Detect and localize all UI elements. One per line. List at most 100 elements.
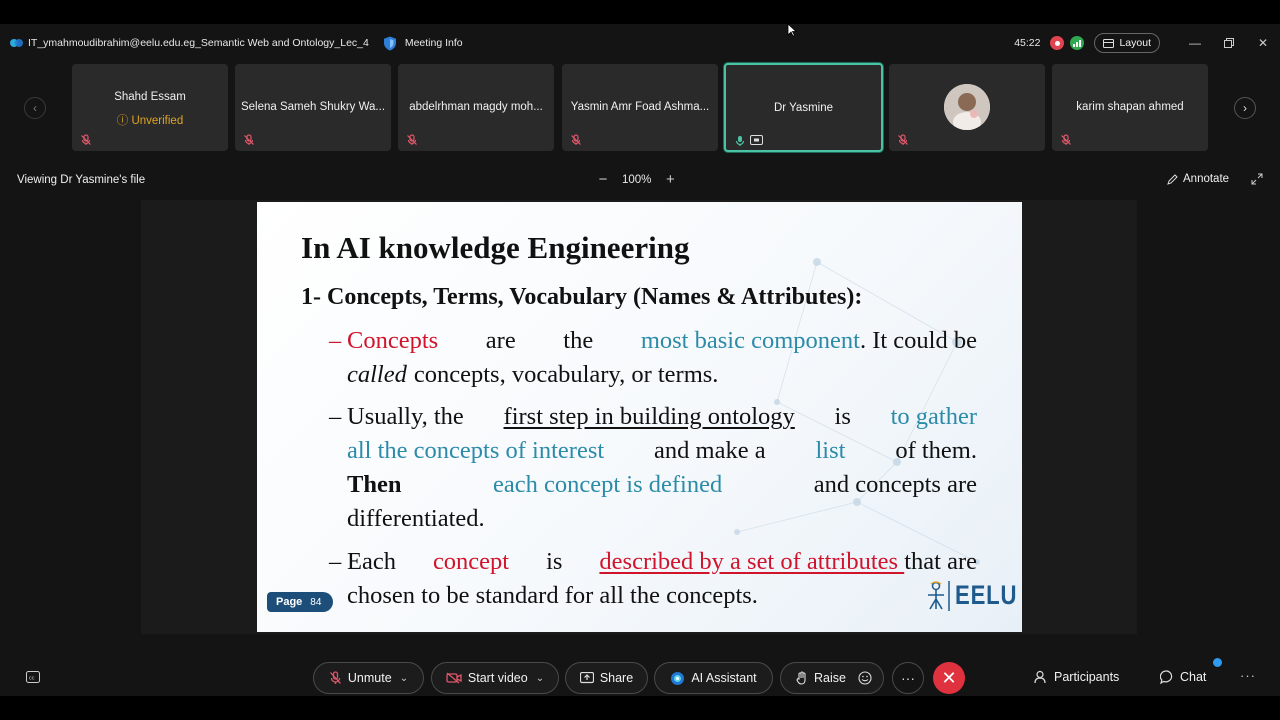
participant-tile[interactable]: karim shapan ahmed (1052, 64, 1208, 151)
window-title: IT_ymahmoudibrahim@eelu.edu.eg_Semantic … (28, 37, 369, 49)
slide-subtitle: 1- Concepts, Terms, Vocabulary (Names & … (301, 284, 863, 310)
closed-captions-icon[interactable]: cc (26, 671, 40, 683)
meeting-info-button[interactable]: Meeting Info (383, 36, 463, 51)
text-is: is (834, 403, 851, 430)
mic-muted-icon (571, 134, 581, 145)
chat-label: Chat (1180, 670, 1207, 684)
bullet-dash: – (329, 403, 342, 430)
text-and-make-a: and make a (654, 437, 766, 464)
text-list: list (815, 437, 846, 464)
eelu-logo-text: EELU (955, 580, 1018, 610)
title-bar: IT_ymahmoudibrahim@eelu.edu.eg_Semantic … (0, 24, 1280, 62)
participants-icon (1034, 670, 1046, 684)
chevron-down-icon[interactable]: ⌄ (536, 673, 544, 684)
strip-next-icon[interactable]: › (1234, 97, 1256, 119)
svg-text:cc: cc (29, 676, 35, 682)
text-the: the (563, 327, 594, 354)
chat-icon (1160, 670, 1173, 684)
text-each: Each (347, 548, 396, 575)
screen-top-letterbox (0, 0, 1280, 24)
zoom-controls: − 100% + (592, 171, 681, 188)
mic-muted-icon (407, 134, 417, 145)
mic-muted-icon (329, 671, 341, 684)
slide-bullet-first-step: – Usually, the first step in building on… (329, 400, 977, 536)
more-icon[interactable]: ··· (1240, 668, 1256, 683)
meeting-info-label: Meeting Info (404, 37, 463, 49)
text-concepts: Concepts (347, 327, 439, 354)
video-off-icon (446, 672, 462, 684)
recording-icon[interactable] (1050, 36, 1065, 50)
text-it-could-be: . It could be (859, 327, 977, 354)
chevron-down-icon[interactable]: ⌄ (400, 673, 408, 684)
unverified-badge: ⓘ Unverified (116, 115, 184, 127)
text-chosen-standard: chosen to be standard for all the concep… (347, 582, 758, 609)
slide-page-badge: Page 84 (267, 592, 333, 612)
layout-button[interactable]: Layout (1094, 33, 1160, 53)
text-is: is (546, 548, 563, 575)
text-called: called (347, 361, 407, 388)
ai-assistant-icon (671, 671, 685, 685)
annotate-label: Annotate (1183, 173, 1230, 185)
participant-name: abdelrhman magdy moh... (409, 101, 543, 113)
participant-strip: ‹ Shahd Essam ⓘ Unverified Selena Sameh … (0, 63, 1280, 152)
share-header: Viewing Dr Yasmine's file − 100% + Annot… (0, 169, 1280, 193)
participant-tile[interactable]: Shahd Essam ⓘ Unverified (72, 64, 228, 151)
text-are: are (485, 327, 516, 354)
share-button[interactable]: Share (565, 662, 648, 694)
unverified-label: Unverified (131, 115, 184, 127)
mic-active-icon (735, 136, 745, 146)
participant-name: Shahd Essam (114, 91, 186, 103)
ai-assistant-button[interactable]: AI Assistant (654, 662, 773, 694)
minimize-icon[interactable]: — (1178, 24, 1212, 62)
text-all-concepts-of-interest: all the concepts of interest (347, 437, 605, 464)
text-concepts-vocabulary-terms: concepts, vocabulary, or terms. (413, 361, 719, 388)
reactions-emoji-icon[interactable] (858, 671, 872, 685)
text-that-are: that are (904, 548, 977, 575)
raise-label: Raise (814, 671, 846, 685)
close-window-icon[interactable]: ✕ (1246, 24, 1280, 62)
chat-notification-dot (1213, 658, 1222, 667)
raise-button[interactable]: Raise (780, 662, 884, 694)
annotate-button[interactable]: Annotate (1167, 173, 1229, 185)
strip-prev-icon[interactable]: ‹ (24, 97, 46, 119)
text-first-step: first step in building ontology (503, 403, 795, 430)
participant-tile[interactable] (889, 64, 1045, 151)
ai-assistant-label: AI Assistant (691, 671, 757, 685)
expand-icon[interactable] (1251, 173, 1263, 185)
participant-name: Selena Sameh Shukry Wa... (240, 101, 386, 113)
more-options-button[interactable]: ··· (892, 662, 924, 694)
mic-muted-icon (1061, 134, 1071, 145)
text-concept: concept (432, 548, 510, 575)
participants-button[interactable]: Participants (1034, 670, 1119, 684)
unmute-button[interactable]: Unmute ⌄ (313, 662, 424, 694)
text-and-concepts-are: and concepts are (813, 471, 977, 498)
network-signal-icon[interactable] (1070, 36, 1085, 50)
screen-bottom-letterbox (0, 696, 1280, 720)
mic-muted-icon (898, 134, 908, 145)
participant-tile[interactable]: Selena Sameh Shukry Wa... (235, 64, 391, 151)
layout-label: Layout (1119, 37, 1151, 49)
viewing-file-label: Viewing Dr Yasmine's file (17, 174, 146, 186)
participant-name: Dr Yasmine (773, 102, 833, 114)
participant-tile-active-speaker[interactable]: Dr Yasmine (724, 63, 883, 152)
zoom-in-button[interactable]: + (659, 171, 681, 188)
meeting-controls-toolbar: cc Unmute ⌄ Start video ⌄ Share AI Assis… (0, 658, 1280, 696)
unmute-label: Unmute (347, 671, 392, 685)
mic-muted-icon (81, 134, 91, 145)
participant-tile[interactable]: Yasmin Amr Foad Ashma... (562, 64, 718, 151)
share-label: Share (599, 671, 634, 685)
zoom-out-button[interactable]: − (592, 171, 614, 188)
text-usually-the: Usually, the (347, 403, 464, 430)
share-screen-icon (579, 672, 594, 684)
text-then: Then (347, 471, 402, 498)
start-video-button[interactable]: Start video ⌄ (431, 662, 559, 694)
leave-meeting-button[interactable]: ✕ (933, 662, 965, 694)
restore-icon[interactable] (1212, 24, 1246, 62)
logo-divider (948, 580, 950, 611)
mouse-cursor-icon (787, 23, 797, 37)
eelu-logo: EELU (925, 580, 1022, 611)
chat-button[interactable]: Chat (1160, 670, 1206, 684)
participant-name: karim shapan ahmed (1076, 101, 1184, 113)
page-number: 84 (310, 596, 322, 608)
participant-tile[interactable]: abdelrhman magdy moh... (398, 64, 554, 151)
